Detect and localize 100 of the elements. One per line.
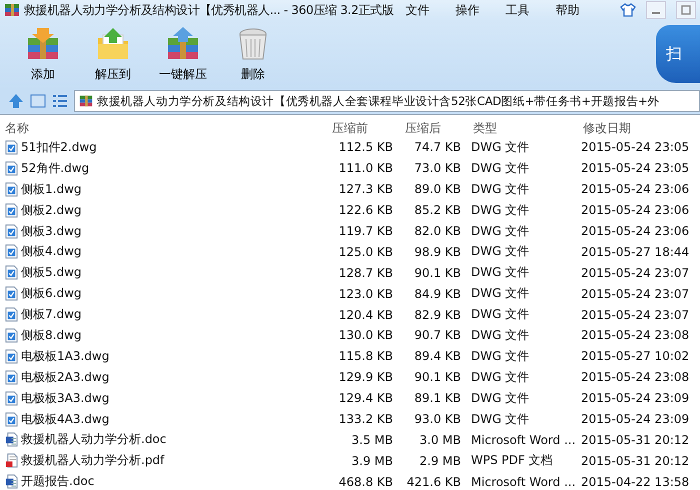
file-name[interactable]: 侧板7.dwg	[21, 306, 82, 324]
table-cell-text: DWG 文件	[470, 243, 530, 260]
toolbar-button[interactable]: 添加	[12, 26, 74, 82]
table-cell-text: 90.1 KB	[413, 266, 461, 280]
table-cell-text: DWG 文件	[470, 264, 530, 282]
file-icon	[5, 202, 18, 218]
menu-item[interactable]: 操作	[456, 2, 480, 18]
table-cell-text: 84.9 KB	[413, 286, 461, 301]
column-header[interactable]: 修改日期	[583, 120, 700, 136]
minimize-icon	[652, 12, 660, 14]
menu-item[interactable]: 帮助	[556, 2, 580, 18]
file-name[interactable]: 侧板3.dwg	[21, 222, 82, 240]
table-cell-text: 119.7 KB	[338, 224, 393, 238]
shirt-icon[interactable]	[620, 3, 636, 17]
file-name[interactable]: 救援机器人动力学分析.pdf	[21, 452, 164, 470]
file-name[interactable]: 电极板2A3.dwg	[21, 368, 110, 386]
table-cell-text: 89.4 KB	[413, 349, 461, 364]
archive-icon	[4, 2, 20, 18]
list-view-icon[interactable]	[52, 93, 68, 109]
archive-upload-icon	[165, 26, 201, 62]
toolbar-button[interactable]: 解压到	[82, 26, 144, 82]
table-cell-text: 3.9 MB	[350, 454, 393, 468]
file-icon	[5, 160, 18, 176]
window-title: 救援机器人动力学分析及结构设计【优秀机器人... - 360压缩 3.2正式版	[24, 2, 394, 18]
table-cell-text: 128.7 KB	[338, 266, 393, 280]
table-cell-text: 120.4 KB	[338, 308, 393, 322]
table-cell-text: 2015-05-27 18:44	[581, 244, 690, 259]
table-cell-text: 90.1 KB	[413, 370, 461, 384]
table-cell-text: DWG 文件	[470, 202, 530, 219]
minimize-button[interactable]	[646, 1, 666, 19]
archive-icon	[79, 94, 93, 108]
table-cell-text: 2015-05-24 23:07	[581, 308, 690, 322]
file-name[interactable]: 开题报告.doc	[21, 473, 94, 490]
file-name[interactable]: 电极板1A3.dwg	[21, 348, 110, 365]
file-name[interactable]: 52角件.dwg	[21, 160, 90, 177]
table-cell-text: DWG 文件	[470, 285, 530, 302]
file-name[interactable]: 侧板5.dwg	[21, 264, 82, 282]
table-cell-text: 89.0 KB	[413, 182, 461, 196]
table-cell-text: 2015-05-24 23:05	[581, 161, 690, 176]
table-cell-text: DWG 文件	[470, 348, 530, 365]
table-cell-text: 122.6 KB	[338, 203, 393, 218]
up-arrow-icon[interactable]	[8, 93, 24, 109]
file-icon	[5, 265, 18, 280]
table-cell-text: DWG 文件	[470, 368, 530, 386]
thumbnail-view-icon[interactable]	[30, 93, 46, 109]
column-header[interactable]: 类型	[463, 120, 583, 136]
file-name[interactable]: 救援机器人动力学分析.doc	[21, 431, 166, 448]
table-cell-text: 468.8 KB	[338, 474, 393, 489]
table-cell-text: 2015-05-27 10:02	[581, 349, 690, 364]
word-document-icon	[5, 432, 18, 448]
table-cell-text: 73.0 KB	[413, 161, 461, 176]
toolbar-button[interactable]: 一键解压	[152, 26, 214, 82]
table-cell-text: 111.0 KB	[338, 161, 393, 176]
toolbar-button[interactable]: 删除	[222, 26, 284, 82]
file-name[interactable]: 电极板4A3.dwg	[21, 410, 110, 428]
file-name[interactable]: 51扣件2.dwg	[21, 138, 97, 156]
table-cell-text: 2015-05-24 23:06	[581, 224, 690, 238]
column-header[interactable]: 压缩后	[395, 120, 463, 136]
file-name[interactable]: 侧板2.dwg	[21, 202, 82, 219]
table-cell-text: 2015-05-24 23:09	[581, 391, 690, 406]
file-icon	[5, 140, 18, 155]
table-cell-text: DWG 文件	[470, 306, 530, 324]
table-cell-text: 74.7 KB	[413, 140, 461, 154]
table-cell-text: 133.2 KB	[338, 412, 393, 426]
menu-item[interactable]: 文件	[406, 2, 430, 18]
column-header[interactable]: 压缩前	[330, 120, 395, 136]
file-name[interactable]: 侧板1.dwg	[21, 180, 82, 198]
scan-button[interactable]: 扫	[656, 25, 700, 83]
table-cell-text: 127.3 KB	[338, 182, 393, 196]
table-cell-text: 82.9 KB	[413, 308, 461, 322]
table-cell-text: 2.9 MB	[418, 454, 461, 468]
file-icon	[5, 328, 18, 343]
table-cell-text: 2015-05-31 20:12	[581, 432, 690, 447]
address-field[interactable]: 救援机器人动力学分析及结构设计【优秀机器人全套课程毕业设计含52张CAD图纸+带任务书+开题报告+外	[74, 90, 700, 112]
table-cell-text: 90.7 KB	[413, 328, 461, 342]
file-name[interactable]: 侧板6.dwg	[21, 285, 82, 302]
table-cell-text: 82.0 KB	[413, 224, 461, 238]
table-cell-text: 2015-05-24 23:07	[581, 266, 690, 280]
table-cell-text: 3.5 MB	[350, 432, 393, 447]
table-cell-text: 93.0 KB	[413, 412, 461, 426]
file-name[interactable]: 电极板3A3.dwg	[21, 390, 110, 407]
maximize-icon	[681, 5, 691, 15]
table-cell-text: DWG 文件	[470, 410, 530, 428]
table-cell-text: DWG 文件	[470, 222, 530, 240]
file-icon	[5, 390, 18, 406]
table-cell-text: 2015-05-24 23:07	[581, 286, 690, 301]
pdf-document-icon	[5, 453, 18, 468]
table-cell-text: 125.0 KB	[338, 244, 393, 259]
file-name[interactable]: 侧板8.dwg	[21, 326, 82, 344]
column-header[interactable]: 名称	[0, 120, 330, 136]
table-cell-text: DWG 文件	[470, 160, 530, 177]
menu-item[interactable]: 工具	[506, 2, 530, 18]
maximize-button[interactable]	[676, 1, 696, 19]
table-cell-text: 115.8 KB	[338, 349, 393, 364]
file-name[interactable]: 侧板4.dwg	[21, 243, 82, 260]
table-cell-text: DWG 文件	[470, 138, 530, 156]
file-icon	[5, 182, 18, 197]
file-icon	[5, 370, 18, 385]
table-cell-text: 2015-05-24 23:06	[581, 203, 690, 218]
table-cell-text: DWG 文件	[470, 326, 530, 344]
